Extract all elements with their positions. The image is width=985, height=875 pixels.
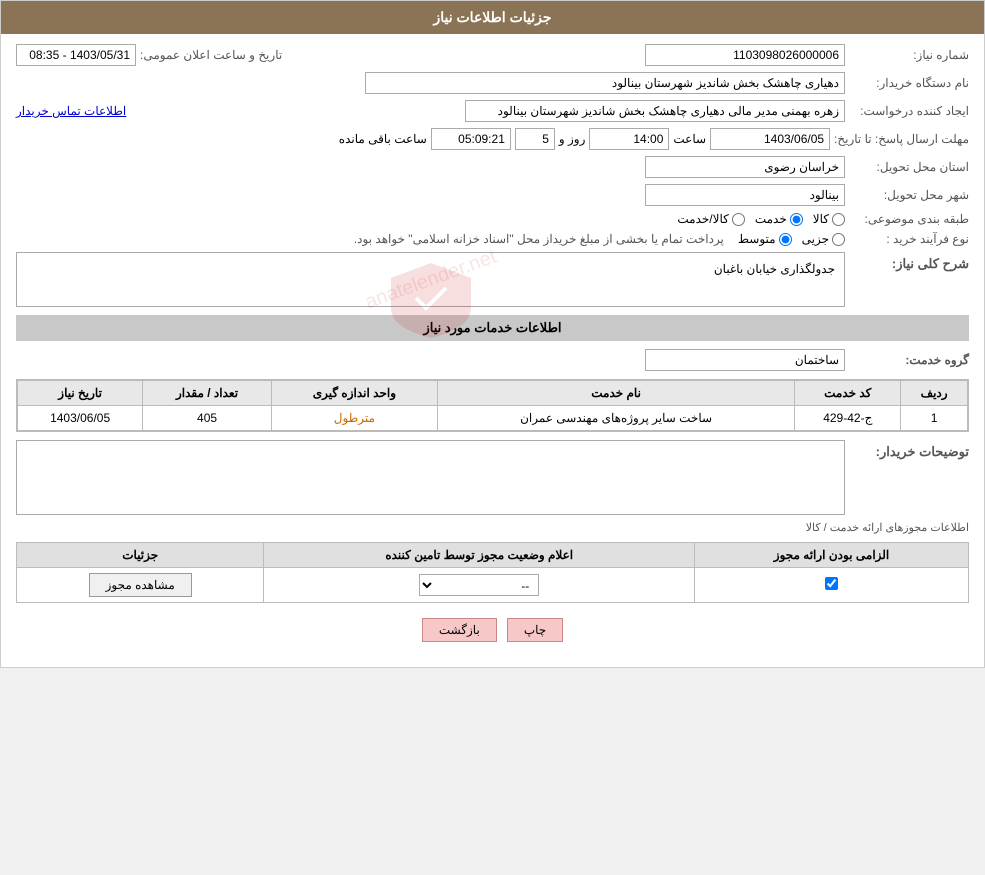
th-name: نام خدمت <box>437 381 794 406</box>
cell-radif: 1 <box>901 406 968 431</box>
label-noeFarayand: نوع فرآیند خرید : <box>849 232 969 246</box>
cell-elzami <box>695 568 969 603</box>
row-sharh: شرح کلی نیاز: جدولگذاری خیابان باغبان an… <box>16 252 969 307</box>
cell-ealam: -- <box>264 568 695 603</box>
input-namDastgah[interactable] <box>365 72 845 94</box>
label-shomareNiaz: شماره نیاز: <box>849 48 969 62</box>
label-ostan: استان محل تحویل: <box>849 160 969 174</box>
input-mohlatErsal-mande[interactable] <box>431 128 511 150</box>
row-ijadKonande: ایجاد کننده درخواست: اطلاعات تماس خریدار <box>16 100 969 122</box>
label-mohlatErsal: مهلت ارسال پاسخ: تا تاریخ: <box>834 132 969 146</box>
licenses-subtitle: اطلاعات مجوزهای ارائه خدمت / کالا <box>16 521 969 534</box>
btn-moshahedeH[interactable]: مشاهده مجوز <box>89 573 192 597</box>
label-motavaset: متوسط <box>738 232 776 246</box>
row-shahr: شهر محل تحویل: <box>16 184 969 206</box>
desc-box-sharh: جدولگذاری خیابان باغبان anatelender.net <box>16 252 845 307</box>
th-joziyat: جزئیات <box>17 543 264 568</box>
cell-tedad: 405 <box>143 406 272 431</box>
btn-chap[interactable]: چاپ <box>507 618 563 642</box>
page-wrapper: جزئیات اطلاعات نیاز شماره نیاز: تاریخ و … <box>0 0 985 668</box>
label-jezvi: جزیی <box>802 232 829 246</box>
cell-vahed: مترطول <box>271 406 437 431</box>
label-kala-khedmat: کالا/خدمت <box>677 212 728 226</box>
label-shahr: شهر محل تحویل: <box>849 188 969 202</box>
radio-khedmat-input[interactable] <box>790 213 803 226</box>
label-khedmat: خدمت <box>755 212 787 226</box>
input-grohe-khedmat[interactable] <box>645 349 845 371</box>
input-mohlatErsal-date[interactable] <box>710 128 830 150</box>
watermark-text: anatelender.net <box>362 245 499 314</box>
label-tabaqe: طبقه بندی موضوعی: <box>849 212 969 226</box>
label-grohe-khedmat: گروه خدمت: <box>849 353 969 367</box>
row-grohe-khedmat: گروه خدمت: <box>16 349 969 371</box>
input-shomareNiaz[interactable] <box>645 44 845 66</box>
radio-kala: کالا <box>813 212 845 226</box>
label-sharh: شرح کلی نیاز: <box>849 252 969 272</box>
noeFarayand-radio-group: جزیی متوسط <box>738 232 845 246</box>
th-radif: ردیف <box>901 381 968 406</box>
tabaqe-radio-group: کالا خدمت کالا/خدمت <box>677 212 845 226</box>
content-area: شماره نیاز: تاریخ و ساعت اعلان عمومی: نا… <box>1 34 984 667</box>
radio-kala-khedmat: کالا/خدمت <box>677 212 744 226</box>
radio-jezvi: جزیی <box>802 232 845 246</box>
row-tosehat: توضیحات خریدار: <box>16 440 969 515</box>
th-tarikh: تاریخ نیاز <box>18 381 143 406</box>
select-ealam[interactable]: -- <box>419 574 539 596</box>
label-namDastgah: نام دستگاه خریدار: <box>849 76 969 90</box>
licenses-table: الزامی بودن ارائه مجوز اعلام وضعیت مجوز … <box>16 542 969 603</box>
label-kala: کالا <box>813 212 829 226</box>
row-mohlatErsal: مهلت ارسال پاسخ: تا تاریخ: ساعت روز و سا… <box>16 128 969 150</box>
label-tosehat: توضیحات خریدار: <box>849 440 969 460</box>
label-roz: روز و <box>559 132 586 146</box>
textarea-tosehat[interactable] <box>22 446 839 506</box>
radio-kala-input[interactable] <box>832 213 845 226</box>
input-mohlatErsal-saat[interactable] <box>589 128 669 150</box>
cell-joziyat: مشاهده مجوز <box>17 568 264 603</box>
input-tarikh[interactable] <box>16 44 136 66</box>
row-noeFarayand: نوع فرآیند خرید : جزیی متوسط پرداخت تمام… <box>16 232 969 246</box>
sharh-value: جدولگذاری خیابان باغبان <box>710 258 839 280</box>
row-namDastgah: نام دستگاه خریدار: <box>16 72 969 94</box>
buttons-row: چاپ بازگشت <box>16 618 969 642</box>
row-ostan: استان محل تحویل: <box>16 156 969 178</box>
radio-motavaset: متوسط <box>738 232 792 246</box>
row-tabaqe: طبقه بندی موضوعی: کالا خدمت کالا/خدمت <box>16 212 969 226</box>
licenses-title: اطلاعات مجوزهای ارائه خدمت / کالا <box>806 522 969 534</box>
label-mande: ساعت باقی مانده <box>339 132 427 146</box>
row-shomareNiaz: شماره نیاز: تاریخ و ساعت اعلان عمومی: <box>16 44 969 66</box>
noeFarayand-desc: پرداخت تمام یا بخشی از مبلغ خریداز محل "… <box>354 232 724 246</box>
radio-motavaset-input[interactable] <box>779 233 792 246</box>
checkbox-elzami[interactable] <box>825 577 838 590</box>
input-ijadKonande[interactable] <box>465 100 845 122</box>
radio-khedmat: خدمت <box>755 212 803 226</box>
input-ostan[interactable] <box>645 156 845 178</box>
desc-box-tosehat <box>16 440 845 515</box>
licenses-table-wrapper: الزامی بودن ارائه مجوز اعلام وضعیت مجوز … <box>16 542 969 603</box>
radio-jezvi-input[interactable] <box>832 233 845 246</box>
license-row: -- مشاهده مجوز <box>17 568 969 603</box>
page-header: جزئیات اطلاعات نیاز <box>1 1 984 34</box>
cell-tarikh: 1403/06/05 <box>18 406 143 431</box>
th-tedad: تعداد / مقدار <box>143 381 272 406</box>
th-kod: کد خدمت <box>795 381 901 406</box>
radio-kala-khedmat-input[interactable] <box>732 213 745 226</box>
cell-kod: ج-42-429 <box>795 406 901 431</box>
link-ettelaat[interactable]: اطلاعات تماس خریدار <box>16 104 126 118</box>
cell-name: ساخت سایر پروژه‌های مهندسی عمران <box>437 406 794 431</box>
label-tarikh: تاریخ و ساعت اعلان عمومی: <box>140 48 282 62</box>
th-ealam: اعلام وضعیت مجوز توسط تامین کننده <box>264 543 695 568</box>
th-vahed: واحد اندازه گیری <box>271 381 437 406</box>
input-shahr[interactable] <box>645 184 845 206</box>
services-section-title: اطلاعات خدمات مورد نیاز <box>16 315 969 341</box>
page-title: جزئیات اطلاعات نیاز <box>433 9 551 25</box>
label-ijadKonande: ایجاد کننده درخواست: <box>849 104 969 118</box>
input-mohlatErsal-roz[interactable] <box>515 128 555 150</box>
services-table: ردیف کد خدمت نام خدمت واحد اندازه گیری ت… <box>17 380 968 431</box>
th-elzami: الزامی بودن ارائه مجوز <box>695 543 969 568</box>
btn-bazgasht[interactable]: بازگشت <box>422 618 497 642</box>
label-saat: ساعت <box>673 132 706 146</box>
table-row: 1 ج-42-429 ساخت سایر پروژه‌های مهندسی عم… <box>18 406 968 431</box>
services-table-container: ردیف کد خدمت نام خدمت واحد اندازه گیری ت… <box>16 379 969 432</box>
